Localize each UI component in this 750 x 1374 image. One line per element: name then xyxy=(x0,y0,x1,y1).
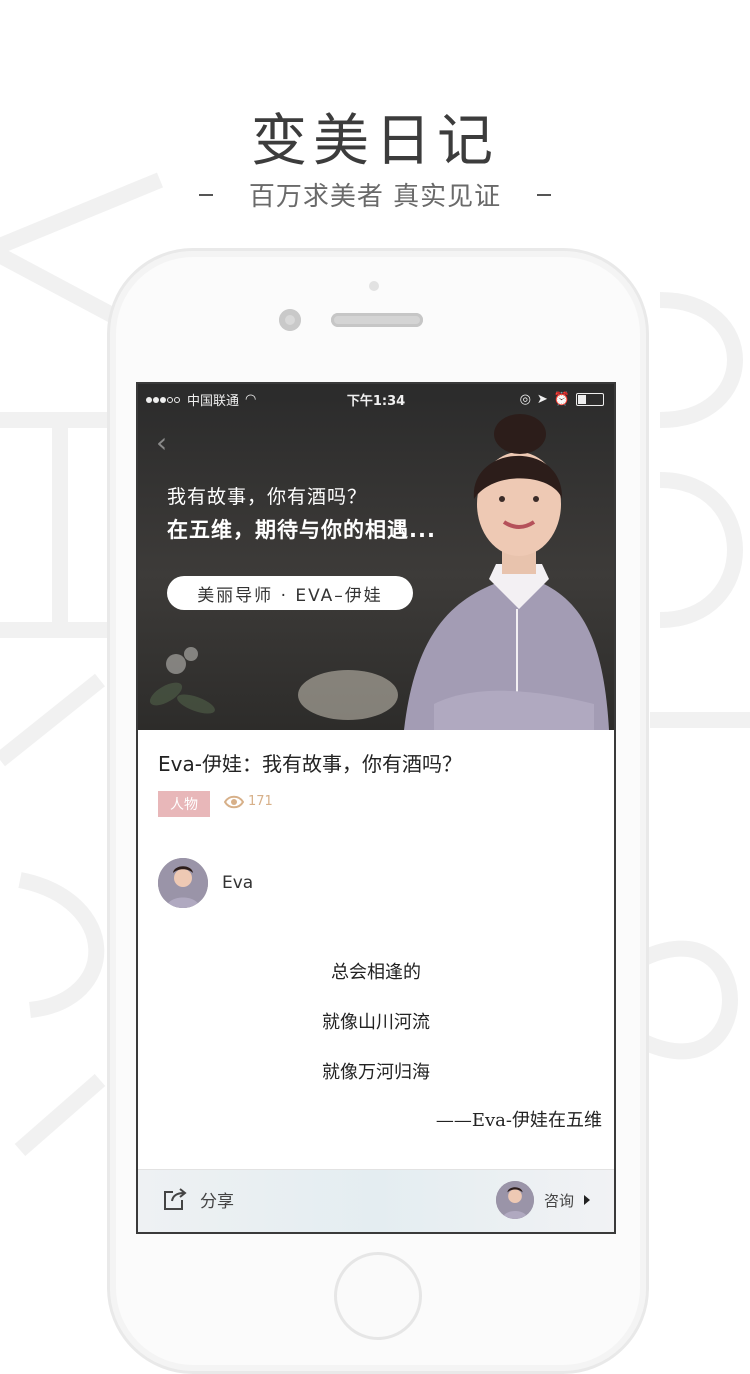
lock-rotation-icon: ◎ xyxy=(519,391,531,407)
consultant-avatar xyxy=(495,1181,534,1219)
food-plate-decoration xyxy=(298,670,398,720)
promo-subtitle: 百万求美者 真实见证 xyxy=(248,182,502,212)
back-chevron-icon[interactable]: ‹ xyxy=(156,426,167,459)
author-avatar[interactable] xyxy=(158,858,208,908)
article-title: Eva-伊娃：我有故事，你有酒吗？ xyxy=(158,752,462,776)
share-button[interactable]: 分享 xyxy=(162,1186,234,1212)
portrait-photo xyxy=(404,414,609,730)
phone-sensor xyxy=(369,281,379,291)
location-icon: ➤ xyxy=(536,391,548,407)
avatar-portrait-icon xyxy=(158,858,208,908)
phone-home-button xyxy=(334,1252,422,1340)
share-label: 分享 xyxy=(200,1191,234,1212)
hero-line-2: 在五维，期待与你的相遇... xyxy=(167,518,436,542)
eye-icon xyxy=(224,795,244,808)
category-tag[interactable]: 人物 xyxy=(158,791,210,817)
hero-banner: 中国联通 ◠ 下午1:34 ◎ ➤ ⏰ ‹ 我有故事，你有酒吗？ 在五维，期待与… xyxy=(138,384,614,730)
view-count-value: 171 xyxy=(248,794,273,809)
flower-decoration xyxy=(149,647,215,714)
author-row[interactable]: Eva xyxy=(158,858,253,908)
poem-line-3: 就像万河归海 xyxy=(322,1062,430,1083)
view-count: 171 xyxy=(224,794,273,809)
bottom-action-bar: 分享 咨询 xyxy=(138,1169,614,1232)
status-bar: 中国联通 ◠ 下午1:34 ◎ ➤ ⏰ xyxy=(138,384,614,414)
phone-screen: 中国联通 ◠ 下午1:34 ◎ ➤ ⏰ ‹ 我有故事，你有酒吗？ 在五维，期待与… xyxy=(136,382,616,1234)
hero-line-1: 我有故事，你有酒吗？ xyxy=(167,486,368,508)
subtitle-dash-right xyxy=(537,193,552,196)
battery-icon xyxy=(576,392,604,406)
author-name[interactable]: Eva xyxy=(222,873,253,893)
consult-label: 咨询 xyxy=(543,1191,574,1210)
phone-earpiece xyxy=(331,313,423,327)
poem-line-2: 就像山川河流 xyxy=(322,1012,430,1033)
alarm-icon: ⏰ xyxy=(553,391,570,407)
poem-line-1: 总会相逢的 xyxy=(331,962,421,983)
chevron-right-icon xyxy=(584,1195,590,1205)
poem-signature: ——Eva-伊娃在五维 xyxy=(435,1110,602,1131)
avatar-portrait-icon xyxy=(495,1181,534,1219)
consult-button[interactable]: 咨询 xyxy=(495,1181,590,1219)
mentor-name-pill: 美丽导师 · EVA–伊娃 xyxy=(167,576,413,610)
share-icon xyxy=(164,1188,187,1210)
subtitle-dash-left xyxy=(198,193,213,196)
phone-camera xyxy=(279,309,301,331)
promo-subtitle-row: 百万求美者 真实见证 xyxy=(0,176,750,213)
promo-title: 变美日记 xyxy=(251,109,499,174)
